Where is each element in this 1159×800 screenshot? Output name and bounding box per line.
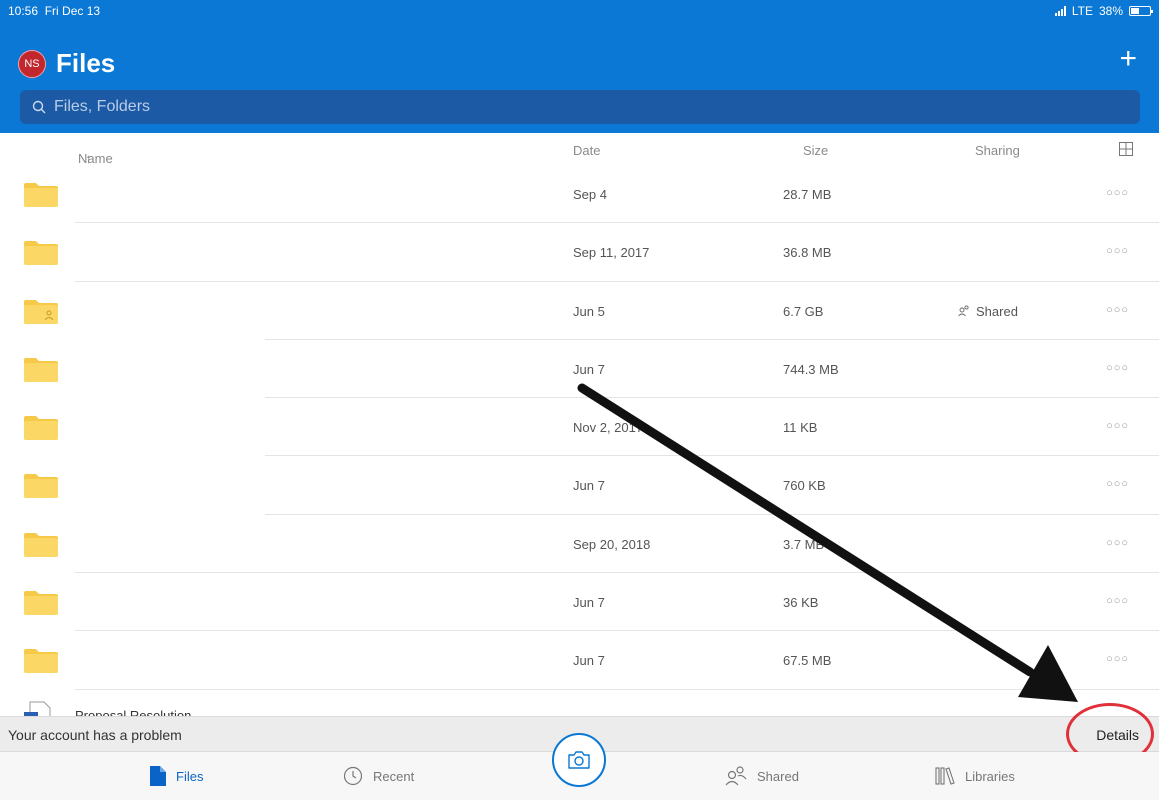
status-bar: 10:56 Fri Dec 13 LTE 38% <box>0 0 1159 22</box>
column-date[interactable]: Date <box>573 143 600 158</box>
folder-icon <box>24 357 58 382</box>
people-icon <box>958 305 969 317</box>
column-header: Name ↑ Date Size Sharing <box>0 135 1159 166</box>
camera-icon <box>568 751 590 769</box>
folder-icon <box>24 474 58 499</box>
sort-arrow-icon: ↑ <box>85 151 92 166</box>
tab-libraries[interactable]: Libraries <box>935 766 1015 786</box>
file-size: 744.3 MB <box>783 361 839 377</box>
camera-button[interactable] <box>552 733 606 787</box>
status-time: 10:56 Fri Dec 13 <box>8 4 101 18</box>
more-options-icon[interactable]: ○○○ <box>1106 653 1129 665</box>
people-icon <box>725 766 747 786</box>
list-item[interactable]: Sep 11, 2017 36.8 MB ○○○ <box>0 223 1159 282</box>
column-size[interactable]: Size <box>803 143 828 158</box>
more-options-icon[interactable]: ○○○ <box>1106 595 1129 607</box>
signal-icon <box>1054 6 1066 16</box>
file-date: Sep 11, 2017 <box>573 245 650 261</box>
file-date: Nov 2, 2017 <box>573 420 644 436</box>
list-item[interactable]: Sep 4 28.7 MB ○○○ <box>0 165 1159 224</box>
more-options-icon[interactable]: ○○○ <box>1106 187 1129 199</box>
file-size: 28.7 MB <box>783 187 832 202</box>
file-list: Sep 4 28.7 MB ○○○ Sep 11, 2017 36.8 MB ○… <box>0 165 1159 690</box>
more-options-icon[interactable]: ○○○ <box>1106 304 1129 316</box>
tab-recent[interactable]: Recent <box>343 766 414 786</box>
column-sharing[interactable]: Sharing <box>975 143 1020 158</box>
folder-icon <box>24 649 58 674</box>
file-date: Jun 5 <box>573 303 605 319</box>
list-item[interactable]: Jun 7 760 KB ○○○ <box>0 456 1159 515</box>
file-name: Proposal Resolution <box>75 708 192 716</box>
folder-icon <box>24 241 58 266</box>
banner-message: Your account has a problem <box>8 727 182 743</box>
file-date: Jun 7 <box>573 653 605 669</box>
page-title: Files <box>56 48 116 78</box>
clock-icon <box>343 766 363 786</box>
list-item[interactable]: Jun 7 36 KB ○○○ <box>0 573 1159 632</box>
file-date: Jun 7 <box>573 361 605 377</box>
file-date: Jun 7 <box>573 478 605 494</box>
plus-icon[interactable]: + <box>1119 44 1137 74</box>
more-options-icon[interactable]: ○○○ <box>1106 245 1129 257</box>
battery-icon <box>1129 6 1153 16</box>
file-size: 67.5 MB <box>783 653 832 669</box>
folder-icon <box>24 416 58 441</box>
folder-icon <box>24 532 58 557</box>
column-name[interactable]: Name ↑ <box>78 143 113 166</box>
more-options-icon[interactable]: ○○○ <box>1106 478 1129 490</box>
status-right: LTE 38% <box>1054 4 1153 18</box>
file-size: 760 KB <box>783 478 826 494</box>
list-item[interactable]: Sep 20, 2018 3.7 MB ○○○ <box>0 515 1159 574</box>
file-icon <box>150 766 166 786</box>
folder-icon <box>24 183 58 207</box>
search-bar[interactable] <box>20 90 1140 124</box>
list-item[interactable]: Jun 7 744.3 MB ○○○ <box>0 340 1159 399</box>
list-item[interactable]: Proposal Resolution <box>0 700 1159 716</box>
word-document-icon <box>24 701 51 716</box>
network-label: LTE <box>1071 4 1093 18</box>
tab-shared[interactable]: Shared <box>725 766 799 786</box>
file-size: 36 KB <box>783 595 819 611</box>
sharing-status: Shared <box>958 304 1018 319</box>
more-options-icon[interactable]: ○○○ <box>1106 420 1129 432</box>
file-date: Sep 20, 2018 <box>573 536 651 552</box>
app-header: 10:56 Fri Dec 13 LTE 38% NS Files + <box>0 0 1159 133</box>
file-size: 6.7 GB <box>783 303 824 319</box>
search-icon <box>32 100 46 114</box>
list-item[interactable]: Nov 2, 2017 11 KB ○○○ <box>0 398 1159 457</box>
library-icon <box>935 767 955 785</box>
file-date: Jun 7 <box>573 595 605 611</box>
battery-percent: 38% <box>1098 4 1123 18</box>
folder-icon <box>24 591 58 616</box>
more-options-icon[interactable]: ○○○ <box>1106 362 1129 374</box>
list-item[interactable]: Jun 7 67.5 MB ○○○ <box>0 631 1159 690</box>
title-row: NS Files <box>18 48 115 79</box>
tab-files[interactable]: Files <box>150 766 203 786</box>
grid-icon[interactable] <box>1119 142 1133 156</box>
more-options-icon[interactable]: ○○○ <box>1106 537 1129 549</box>
file-size: 3.7 MB <box>783 536 825 552</box>
search-input[interactable] <box>54 98 954 116</box>
shared-folder-icon <box>24 299 58 324</box>
file-size: 36.8 MB <box>783 245 832 261</box>
file-size: 11 KB <box>783 420 818 436</box>
file-date: Sep 4 <box>573 187 607 202</box>
list-item[interactable]: Jun 5 6.7 GB Shared ○○○ <box>0 282 1159 340</box>
avatar[interactable]: NS <box>18 49 46 78</box>
